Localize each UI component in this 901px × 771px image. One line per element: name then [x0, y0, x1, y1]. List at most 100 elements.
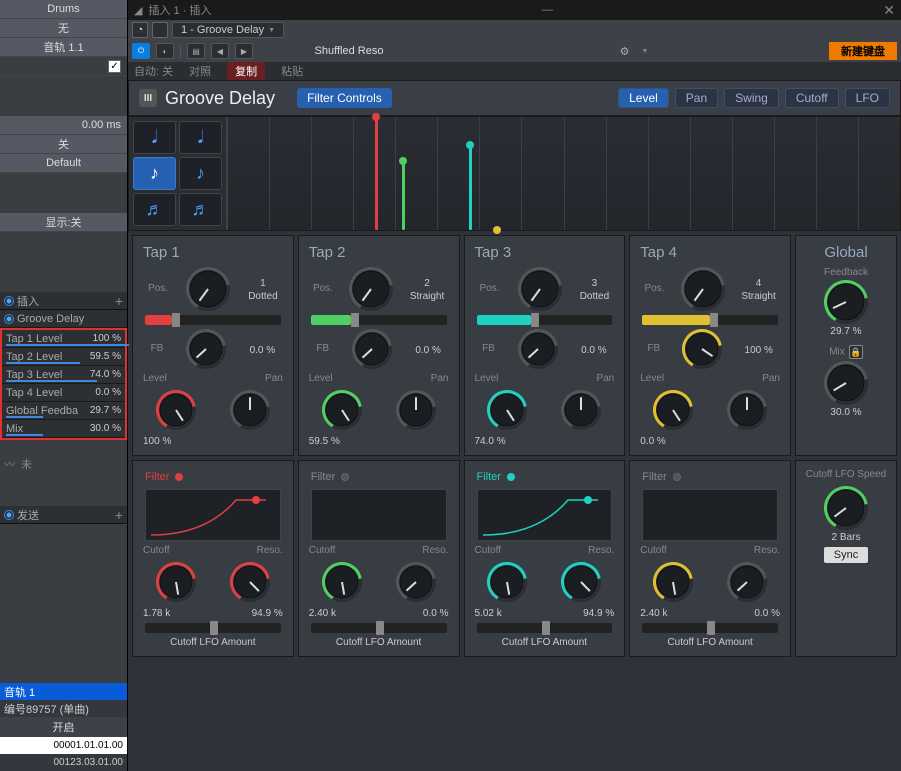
- pan-knob[interactable]: [561, 390, 601, 430]
- param-row[interactable]: Tap 3 Level74.0 %: [2, 366, 125, 384]
- feedback-knob[interactable]: [800, 280, 892, 324]
- note-quarter-button[interactable]: ♪: [133, 157, 176, 190]
- pos-mode[interactable]: Dotted: [580, 291, 609, 302]
- new-keyboard-button[interactable]: 新建键盘: [829, 42, 897, 60]
- level-knob[interactable]: [156, 390, 196, 430]
- note-sixteenth-button[interactable]: ♬: [133, 193, 176, 226]
- close-icon[interactable]: ✕: [883, 2, 895, 19]
- preset-name[interactable]: Shuffled Reso: [259, 45, 439, 57]
- mode-swing-button[interactable]: Swing: [724, 88, 779, 108]
- filter-display[interactable]: [477, 489, 613, 541]
- note-thirtysecond-button[interactable]: ♬: [179, 193, 222, 226]
- pos-mode[interactable]: Straight: [410, 291, 444, 302]
- lfo-amount-slider[interactable]: [642, 623, 778, 633]
- add-send-icon[interactable]: +: [115, 510, 123, 520]
- filter-display[interactable]: [642, 489, 778, 541]
- minimize-icon[interactable]: —: [542, 4, 553, 16]
- row-delay[interactable]: 0.00 ms: [0, 116, 127, 135]
- copy-button[interactable]: 复制: [227, 62, 265, 80]
- preset-next-icon[interactable]: ▶: [235, 43, 253, 59]
- row-subtrack[interactable]: 音轨 1.1: [0, 38, 127, 57]
- preset-menu-icon[interactable]: ▤: [187, 43, 205, 59]
- plugin-power-button[interactable]: ⏻: [132, 43, 150, 59]
- gear-icon[interactable]: ⚙: [620, 45, 630, 58]
- filter-enable-button[interactable]: [507, 473, 515, 481]
- note-whole-button[interactable]: 𝅘𝅥: [133, 121, 176, 154]
- filter-enable-button[interactable]: [175, 473, 183, 481]
- cutoff-knob[interactable]: [653, 562, 693, 602]
- note-half-button[interactable]: 𝅘𝅥: [179, 121, 222, 154]
- power-icon[interactable]: [4, 314, 14, 324]
- device-selector[interactable]: 1 - Groove Delay: [172, 22, 284, 38]
- selected-track[interactable]: 音轨 1: [0, 683, 127, 700]
- lfo-amount-slider[interactable]: [477, 623, 613, 633]
- filter-display[interactable]: [311, 489, 447, 541]
- pos-knob[interactable]: [681, 267, 725, 311]
- reso-knob[interactable]: [396, 562, 436, 602]
- pos-mode[interactable]: Straight: [741, 291, 775, 302]
- pin-toggle-icon[interactable]: ◔: [132, 22, 148, 38]
- level-knob[interactable]: [487, 390, 527, 430]
- reso-knob[interactable]: [230, 562, 270, 602]
- pin-icon[interactable]: ◢: [134, 4, 142, 17]
- param-row[interactable]: Global Feedba29.7 %: [2, 402, 125, 420]
- pos-mode[interactable]: Dotted: [248, 291, 277, 302]
- pos-slider[interactable]: [145, 315, 281, 325]
- reso-knob[interactable]: [561, 562, 601, 602]
- pan-knob[interactable]: [396, 390, 436, 430]
- filter-enable-button[interactable]: [341, 473, 349, 481]
- power-icon[interactable]: [4, 296, 14, 306]
- pan-knob[interactable]: [230, 390, 270, 430]
- note-eighth-button[interactable]: ♪: [179, 157, 222, 190]
- filter-controls-button[interactable]: Filter Controls: [297, 88, 392, 108]
- add-insert-icon[interactable]: +: [115, 296, 123, 306]
- dropdown-icon[interactable]: ▼: [641, 48, 648, 55]
- power-icon[interactable]: [4, 510, 14, 520]
- compare-button[interactable]: 对照: [189, 63, 211, 79]
- mode-level-button[interactable]: Level: [618, 88, 669, 108]
- pan-knob[interactable]: [727, 390, 767, 430]
- pos-knob[interactable]: [349, 267, 393, 311]
- fb-knob[interactable]: [352, 329, 392, 369]
- activity-icon[interactable]: ◐: [156, 43, 174, 59]
- song-name[interactable]: 编号89757 (单曲): [0, 700, 127, 717]
- pos-knob[interactable]: [518, 267, 562, 311]
- row-off[interactable]: 关: [0, 135, 127, 154]
- beat-grid[interactable]: [227, 117, 900, 230]
- row-none[interactable]: 无: [0, 19, 127, 38]
- sync-button[interactable]: Sync: [824, 547, 868, 563]
- pos-slider[interactable]: [642, 315, 778, 325]
- pos-knob[interactable]: [186, 267, 230, 311]
- mode-lfo-button[interactable]: LFO: [845, 88, 890, 108]
- checkbox[interactable]: ✓: [108, 60, 121, 73]
- filter-display[interactable]: [145, 489, 281, 541]
- fb-knob[interactable]: [518, 329, 558, 369]
- param-row[interactable]: Mix30.0 %: [2, 420, 125, 438]
- mode-pan-button[interactable]: Pan: [675, 88, 718, 108]
- param-row[interactable]: Tap 4 Level0.0 %: [2, 384, 125, 402]
- mode-cutoff-button[interactable]: Cutoff: [785, 88, 839, 108]
- track-name[interactable]: Drums: [0, 0, 127, 19]
- insert-slot[interactable]: Groove Delay: [0, 310, 127, 328]
- expand-icon[interactable]: [152, 22, 168, 38]
- pos-slider[interactable]: [477, 315, 613, 325]
- fb-knob[interactable]: [682, 329, 722, 369]
- row-default[interactable]: Default: [0, 154, 127, 173]
- automation-toggle[interactable]: 自动: 关: [134, 63, 173, 79]
- lfo-amount-slider[interactable]: [145, 623, 281, 633]
- level-knob[interactable]: [653, 390, 693, 430]
- lock-icon[interactable]: 🔒: [849, 345, 863, 359]
- open-label[interactable]: 开启: [0, 717, 127, 737]
- paste-button[interactable]: 粘贴: [281, 63, 303, 79]
- cutoff-knob[interactable]: [487, 562, 527, 602]
- mix-knob[interactable]: [800, 361, 892, 405]
- row-showoff[interactable]: 显示:关: [0, 213, 127, 232]
- param-row[interactable]: Tap 2 Level59.5 %: [2, 348, 125, 366]
- cutoff-knob[interactable]: [156, 562, 196, 602]
- level-knob[interactable]: [322, 390, 362, 430]
- time-end[interactable]: 00123.03.01.00: [0, 754, 127, 771]
- preset-prev-icon[interactable]: ◀: [211, 43, 229, 59]
- lfo-speed-knob[interactable]: [800, 486, 892, 530]
- time-start[interactable]: 00001.01.01.00: [0, 737, 127, 754]
- pos-slider[interactable]: [311, 315, 447, 325]
